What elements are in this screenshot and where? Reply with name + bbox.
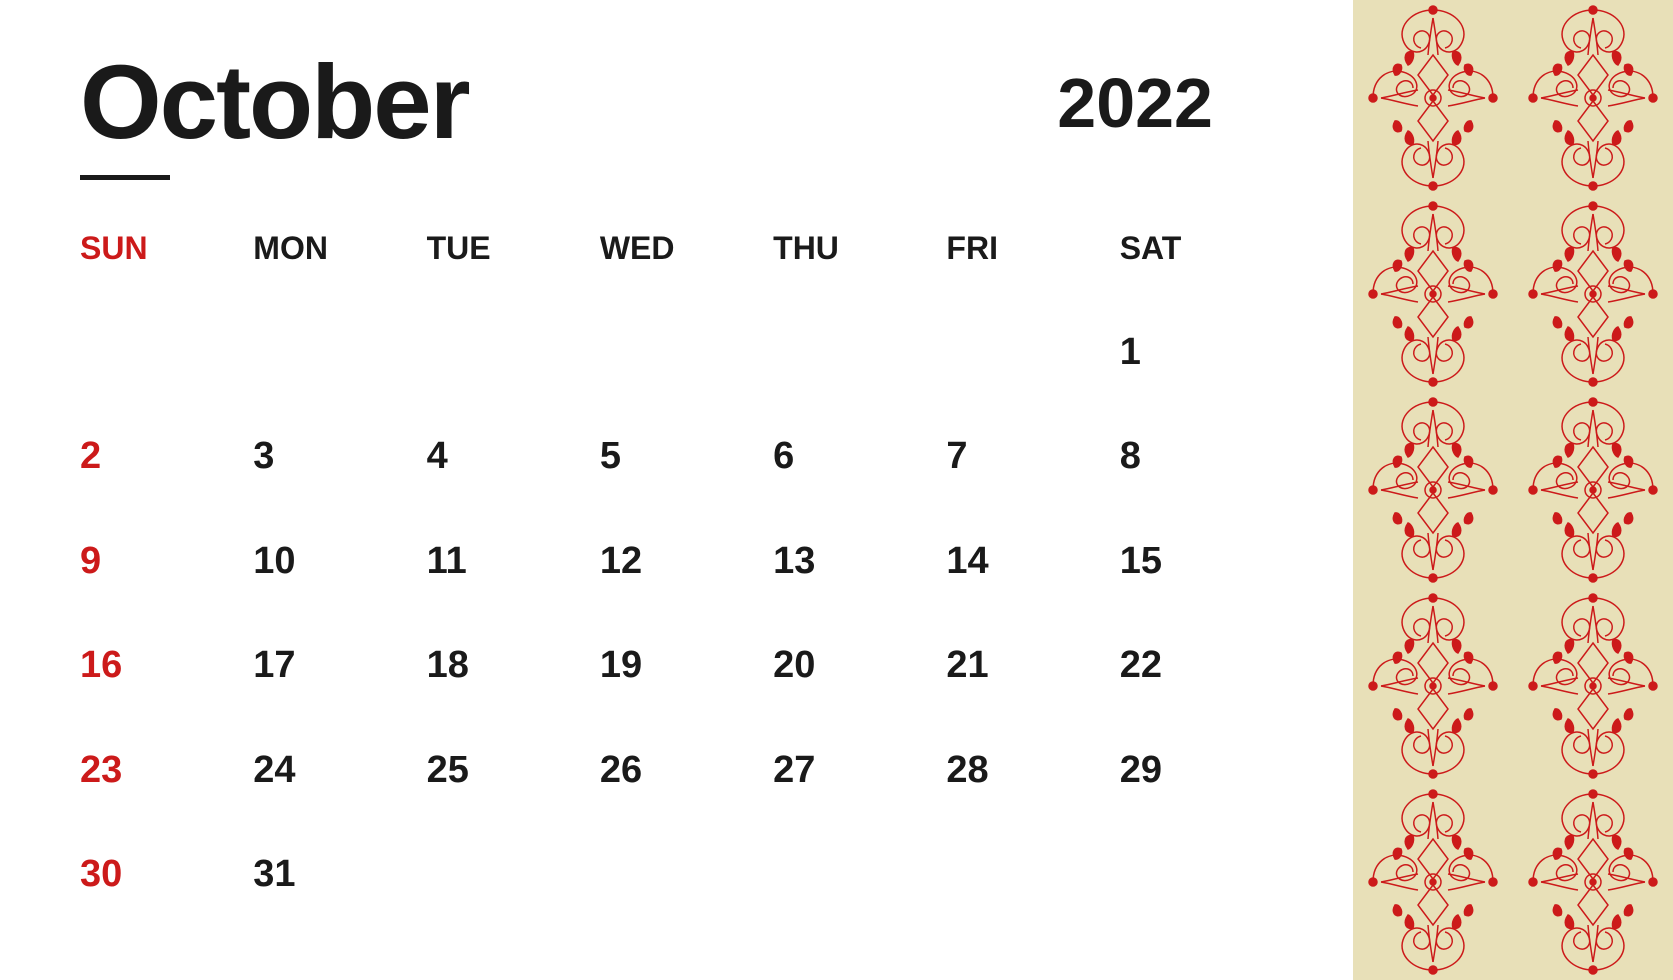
day-header-thu: THU (773, 220, 946, 313)
day-cell (773, 313, 946, 418)
day-cell: 8 (1120, 417, 1293, 522)
day-cell: 9 (80, 522, 253, 627)
year-title: 2022 (1057, 68, 1213, 138)
day-cell: 20 (773, 626, 946, 731)
day-cell: 15 (1120, 522, 1293, 627)
day-header-wed: WED (600, 220, 773, 313)
day-cell: 4 (427, 417, 600, 522)
ornament-panel (1353, 0, 1673, 980)
day-cell (427, 835, 600, 940)
day-cell: 6 (773, 417, 946, 522)
day-cell: 19 (600, 626, 773, 731)
day-cell: 26 (600, 731, 773, 836)
day-cell (253, 313, 426, 418)
day-cell (946, 835, 1119, 940)
day-cell (80, 313, 253, 418)
day-cell: 29 (1120, 731, 1293, 836)
day-cell: 24 (253, 731, 426, 836)
day-cell (427, 313, 600, 418)
day-header-fri: FRI (946, 220, 1119, 313)
day-cell (773, 835, 946, 940)
day-cell (1120, 835, 1293, 940)
day-cell: 28 (946, 731, 1119, 836)
day-cell: 21 (946, 626, 1119, 731)
day-cell: 27 (773, 731, 946, 836)
day-cell: 7 (946, 417, 1119, 522)
day-cell: 10 (253, 522, 426, 627)
day-cell (600, 835, 773, 940)
day-cell: 30 (80, 835, 253, 940)
calendar-section: October 2022 SUN MON TUE WED THU FRI SAT… (0, 0, 1353, 980)
day-header-sat: SAT (1120, 220, 1293, 313)
day-cell: 12 (600, 522, 773, 627)
day-cell: 3 (253, 417, 426, 522)
day-cell: 22 (1120, 626, 1293, 731)
day-header-tue: TUE (427, 220, 600, 313)
month-title: October (80, 50, 469, 155)
day-cell: 14 (946, 522, 1119, 627)
calendar-grid: SUN MON TUE WED THU FRI SAT 1 2 3 4 5 6 … (80, 220, 1293, 940)
day-cell: 25 (427, 731, 600, 836)
ornament-pattern-svg (1353, 0, 1673, 980)
day-cell: 16 (80, 626, 253, 731)
divider (80, 175, 170, 180)
day-cell (600, 313, 773, 418)
day-cell: 13 (773, 522, 946, 627)
day-cell: 31 (253, 835, 426, 940)
day-cell: 23 (80, 731, 253, 836)
day-cell: 11 (427, 522, 600, 627)
day-cell: 17 (253, 626, 426, 731)
day-cell (946, 313, 1119, 418)
day-header-sun: SUN (80, 220, 253, 313)
day-cell: 1 (1120, 313, 1293, 418)
day-cell: 2 (80, 417, 253, 522)
day-cell: 5 (600, 417, 773, 522)
header-row: October 2022 (80, 50, 1293, 155)
day-header-mon: MON (253, 220, 426, 313)
day-cell: 18 (427, 626, 600, 731)
